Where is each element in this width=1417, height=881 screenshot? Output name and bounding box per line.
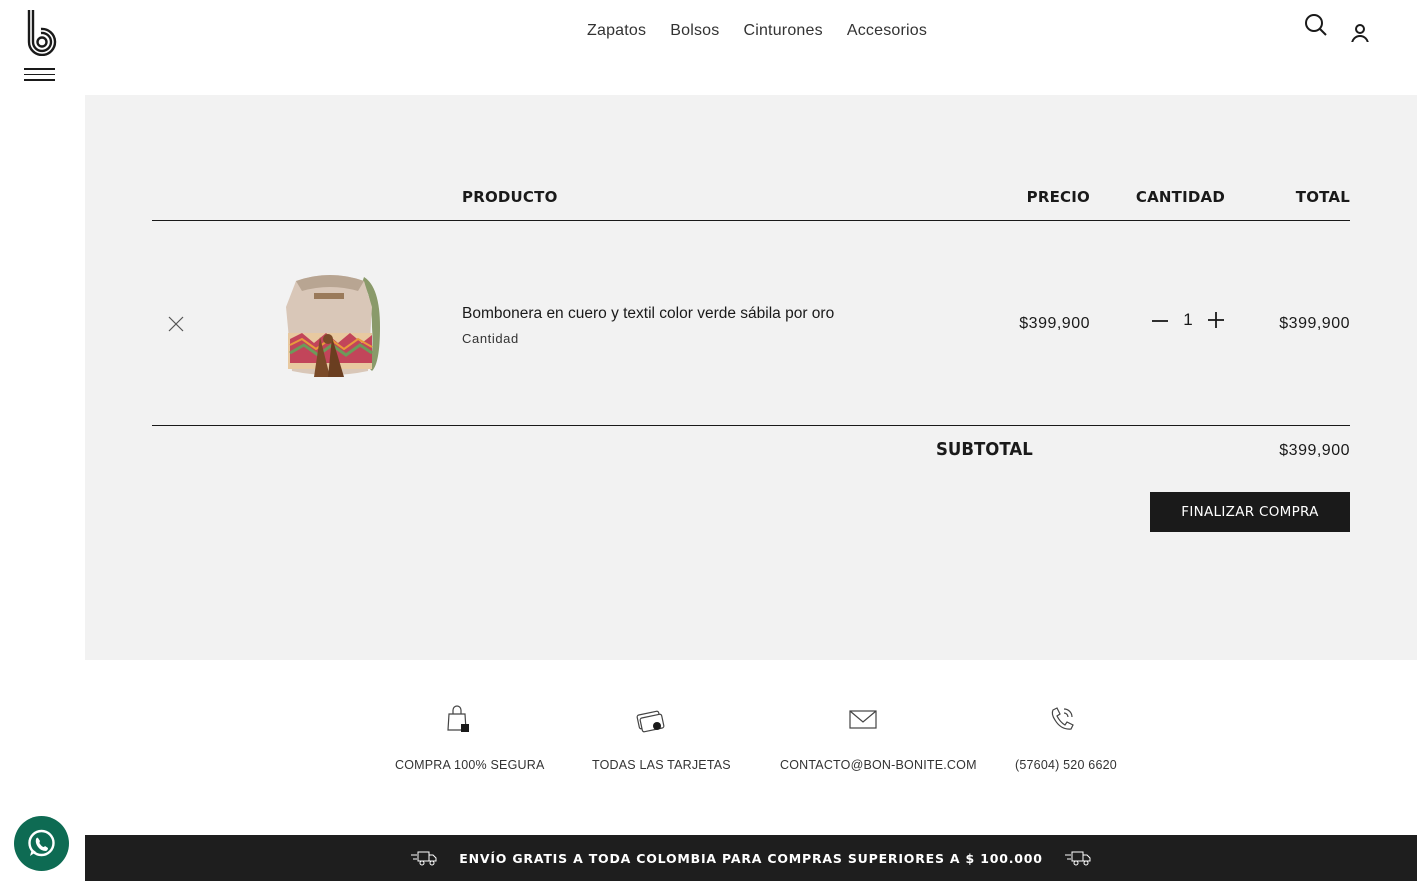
checkout-button[interactable]: FINALIZAR COMPRA [1150, 492, 1350, 532]
header-quantity: CANTIDAD [1135, 188, 1225, 206]
cart-panel: PRODUCTO PRECIO CANTIDAD TOTAL Bombonera… [85, 95, 1417, 660]
header-total: TOTAL [1295, 188, 1350, 206]
credit-cards-icon [636, 710, 665, 733]
cart-row: Bombonera en cuero y textil color verde … [152, 221, 1350, 426]
feature-cards: TODAS LAS TARJETAS [592, 704, 731, 774]
item-price: $399,900 [1019, 315, 1090, 332]
feature-cards-label: TODAS LAS TARJETAS [592, 758, 731, 772]
nav-item-bolsos[interactable]: Bolsos [670, 22, 719, 40]
header-price: PRECIO [1026, 188, 1090, 206]
secure-bag-icon [446, 705, 469, 732]
header-product: PRODUCTO [462, 188, 558, 206]
hamburger-menu-icon[interactable] [24, 68, 56, 86]
truck-icon [1064, 851, 1091, 866]
feature-phone[interactable]: (57604) 520 6620 [1015, 704, 1117, 774]
cart-table-header: PRODUCTO PRECIO CANTIDAD TOTAL [152, 188, 1350, 221]
phone-icon [1051, 707, 1074, 730]
nav-item-zapatos[interactable]: Zapatos [587, 22, 646, 40]
feature-email-label[interactable]: CONTACTO@BON-BONITE.COM [780, 758, 977, 772]
header-actions [1303, 12, 1373, 42]
subtotal-value: $399,900 [1279, 442, 1350, 459]
whatsapp-button[interactable] [14, 816, 69, 871]
feature-secure-label: COMPRA 100% SEGURA [395, 758, 545, 772]
product-name[interactable]: Bombonera en cuero y textil color verde … [462, 305, 834, 323]
brand-logo[interactable] [26, 10, 58, 56]
search-icon[interactable] [1303, 12, 1329, 42]
quantity-value[interactable]: 1 [1182, 310, 1194, 330]
item-total: $399,900 [1279, 315, 1350, 332]
whatsapp-icon [28, 829, 55, 857]
remove-item-icon[interactable] [168, 316, 184, 332]
product-image[interactable] [276, 267, 384, 383]
feature-email[interactable]: CONTACTO@BON-BONITE.COM [780, 704, 977, 774]
user-account-icon[interactable] [1347, 12, 1373, 42]
subtotal-label: SUBTOTAL [936, 439, 1033, 460]
decrease-quantity-icon[interactable] [1150, 310, 1170, 330]
nav-item-accesorios[interactable]: Accesorios [847, 22, 927, 40]
feature-phone-label[interactable]: (57604) 520 6620 [1015, 758, 1117, 772]
shipping-banner-text: ENVÍO GRATIS A TODA COLOMBIA PARA COMPRA… [459, 850, 1043, 866]
nav-item-cinturones[interactable]: Cinturones [743, 22, 822, 40]
truck-icon [411, 851, 437, 866]
increase-quantity-icon[interactable] [1206, 310, 1226, 330]
main-nav: Zapatos Bolsos Cinturones Accesorios [587, 22, 927, 40]
feature-secure: COMPRA 100% SEGURA [395, 704, 544, 774]
shipping-banner: ENVÍO GRATIS A TODA COLOMBIA PARA COMPRA… [85, 835, 1417, 881]
product-subtitle: Cantidad [462, 331, 519, 346]
mail-icon [848, 710, 877, 729]
quantity-stepper: 1 [1150, 310, 1226, 330]
